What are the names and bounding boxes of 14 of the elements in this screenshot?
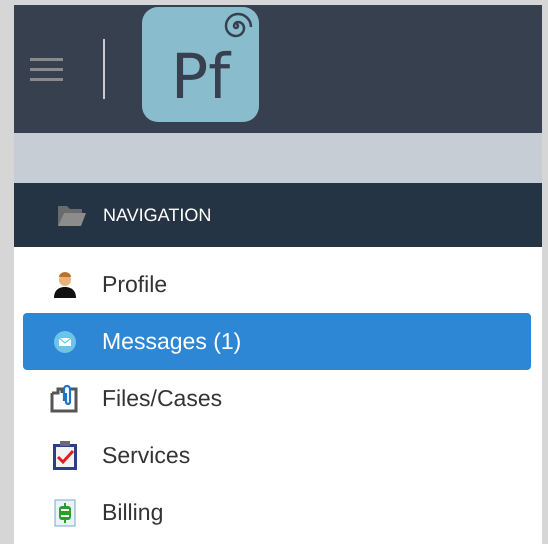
menu-button[interactable] [30,56,66,82]
envelope-icon [53,330,77,354]
folder-clip-icon [50,384,80,412]
nav-item[interactable]: Messages (1) [23,313,531,370]
app-logo[interactable]: Pf [142,6,259,122]
nav-item[interactable]: Services [23,427,531,484]
person-icon [52,272,78,298]
folder-icon [58,204,86,226]
nav-item[interactable]: Profile [23,256,531,313]
nav-item[interactable]: Billing [23,484,531,541]
money-icon [54,498,76,526]
clipboard-check-icon [52,440,78,470]
section-title: NAVIGATION [103,204,212,226]
nav-item[interactable]: Files/Cases [23,370,531,427]
